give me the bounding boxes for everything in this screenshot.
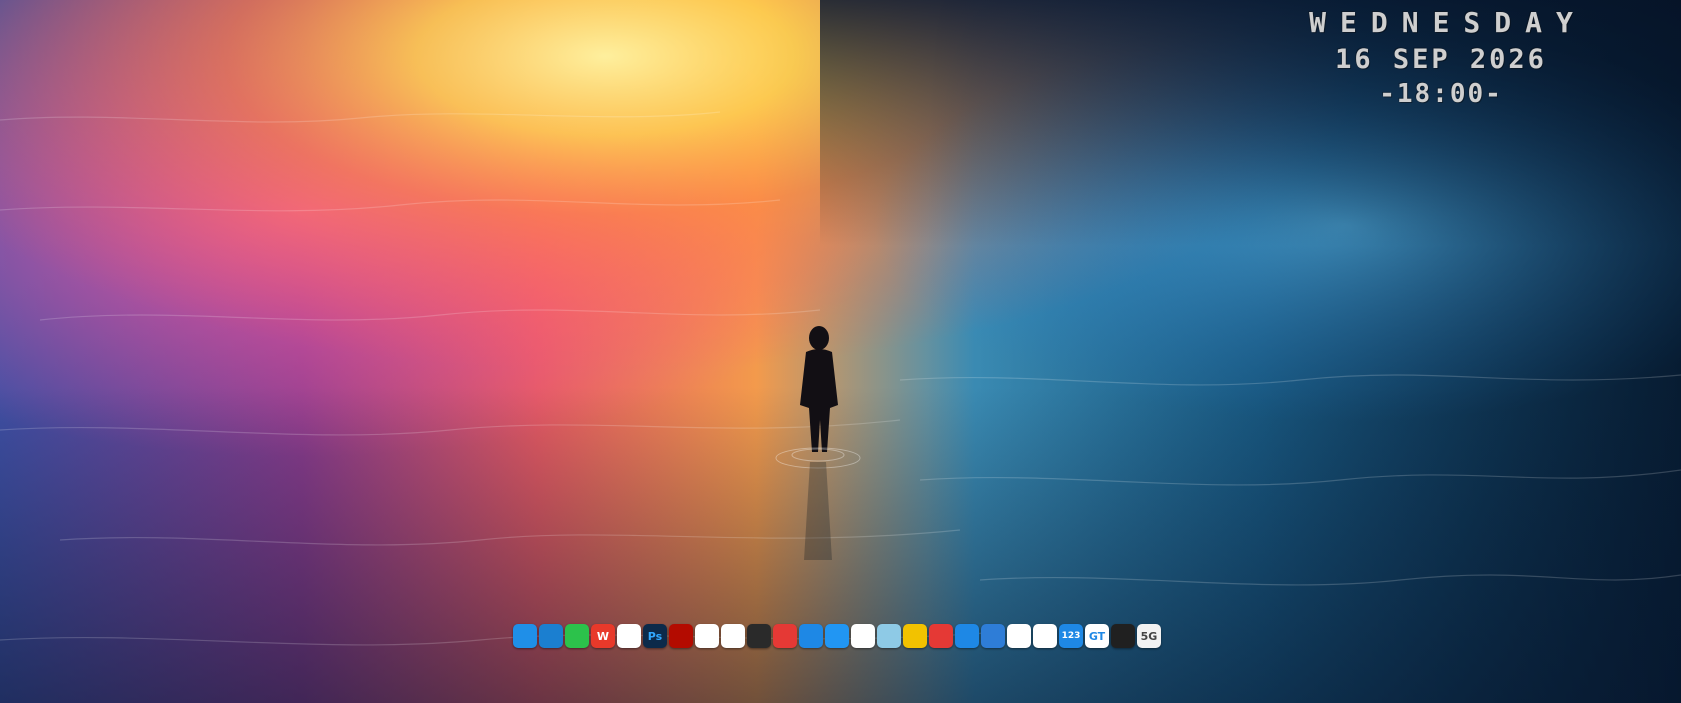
meta-infinity-icon[interactable] (825, 624, 849, 648)
launcher-app-icon[interactable] (721, 624, 745, 648)
wps-office-icon[interactable]: W (591, 624, 615, 648)
taskbar-dock: W Ps 123 GT 5G (513, 624, 1161, 648)
baidu-netdisk-icon[interactable] (1007, 624, 1031, 648)
windows-start-icon[interactable] (513, 624, 537, 648)
pdf-reader-icon[interactable] (773, 624, 797, 648)
cloud-drive-icon[interactable] (1033, 624, 1057, 648)
drive-123-icon[interactable]: 123 (1059, 624, 1083, 648)
gt-app-glyph: GT (1088, 629, 1106, 643)
photoshop-icon[interactable]: Ps (643, 624, 667, 648)
music-note-icon[interactable] (903, 624, 927, 648)
refresh-arrow-icon[interactable] (955, 624, 979, 648)
wechat-icon[interactable] (565, 624, 589, 648)
media-player-icon[interactable] (747, 624, 771, 648)
clock-widget: WEDNESDAY 16 SEP 2026 -18:00- (1261, 6, 1621, 110)
edge-browser-icon[interactable] (539, 624, 563, 648)
bilibili-b-icon[interactable] (851, 624, 875, 648)
paper-plane-icon[interactable] (981, 624, 1005, 648)
notepad-icon[interactable] (877, 624, 901, 648)
gt-app-icon[interactable]: GT (1085, 624, 1109, 648)
qq-penguin-icon[interactable] (617, 624, 641, 648)
desktop: WEDNESDAY 16 SEP 2026 -18:00- W Ps 123 GT 5G (0, 0, 1681, 703)
vpn-shield-icon[interactable] (695, 624, 719, 648)
clock-date: 16 SEP 2026 (1335, 43, 1547, 75)
acrobat-pdf-icon[interactable] (669, 624, 693, 648)
record-button-icon[interactable] (1111, 624, 1135, 648)
netease-music-icon[interactable] (929, 624, 953, 648)
photoshop-glyph: Ps (647, 629, 663, 643)
monitor-screen-glyph: 5G (1140, 629, 1158, 643)
drive-123-glyph: 123 (1061, 630, 1081, 641)
wps-office-glyph: W (596, 629, 610, 643)
monitor-screen-icon[interactable]: 5G (1137, 624, 1161, 648)
clock-day: WEDNESDAY (1309, 6, 1587, 39)
feishu-lark-icon[interactable] (799, 624, 823, 648)
clock-time: -18:00- (1379, 79, 1503, 110)
